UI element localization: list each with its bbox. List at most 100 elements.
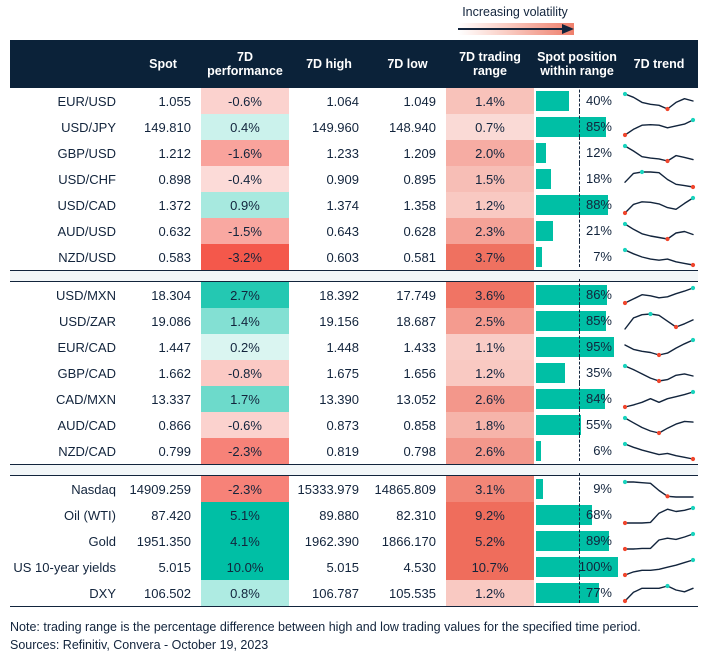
spot-position-bar	[536, 505, 592, 525]
table-row[interactable]: USD/ZAR 19.086 1.4% 19.156 18.687 2.5% 85%	[10, 305, 698, 334]
cell-performance: 0.2%	[201, 334, 289, 360]
cell-low: 4.530	[369, 554, 446, 580]
spot-position-bar	[536, 363, 565, 383]
cell-trend-sparkline	[620, 412, 698, 438]
cell-performance: 0.4%	[201, 114, 289, 140]
note-trading-range: Note: trading range is the percentage di…	[10, 620, 641, 634]
cell-spot-position: 55%	[534, 409, 620, 438]
cell-spot-position: 85%	[534, 111, 620, 140]
spot-position-value: 85%	[585, 119, 612, 134]
cell-trading-range: 1.2%	[446, 192, 534, 218]
cell-trend-sparkline	[620, 580, 698, 607]
cell-high: 1.233	[289, 140, 369, 166]
cell-high: 0.819	[289, 438, 369, 465]
table-row[interactable]: AUD/USD 0.632 -1.5% 0.643 0.628 2.3% 21%	[10, 215, 698, 244]
cell-spot-position: 6%	[534, 435, 620, 465]
table-header: Spot 7D performance 7D high 7D low 7D tr…	[10, 40, 698, 88]
cell-performance: -0.4%	[201, 166, 289, 192]
table-row[interactable]: USD/CHF 0.898 -0.4% 0.909 0.895 1.5% 18%	[10, 163, 698, 192]
table-row[interactable]: NZD/USD 0.583 -3.2% 0.603 0.581 3.7% 7%	[10, 241, 698, 271]
cell-spot: 0.583	[125, 244, 201, 271]
header-cell-trading-range: 7D trading range	[446, 40, 534, 88]
cell-trend-sparkline	[620, 554, 698, 580]
cell-high: 19.156	[289, 308, 369, 334]
spot-position-bar	[536, 143, 546, 163]
cell-low: 1866.170	[369, 528, 446, 554]
cell-spot-position: 88%	[534, 189, 620, 218]
table-row[interactable]: US 10-year yields 5.015 10.0% 5.015 4.530 10.…	[10, 551, 698, 580]
right-arrow-icon	[562, 23, 574, 34]
table-row[interactable]: Nasdaq 14909.259 -2.3% 15333.979 14865.809 3.…	[10, 473, 698, 502]
table-row[interactable]: GBP/USD 1.212 -1.6% 1.233 1.209 2.0% 12%	[10, 137, 698, 166]
cell-spot-position: 89%	[534, 525, 620, 554]
table-row[interactable]: GBP/CAD 1.662 -0.8% 1.675 1.656 1.2% 35%	[10, 357, 698, 386]
row-label: EUR/USD	[10, 88, 125, 114]
table-row[interactable]: DXY 106.502 0.8% 106.787 105.535 1.2% 77%	[10, 577, 698, 607]
range-midline	[578, 189, 580, 215]
spot-position-value: 86%	[585, 287, 612, 302]
cell-trend-sparkline	[620, 166, 698, 192]
cell-spot: 1.212	[125, 140, 201, 166]
row-label: GBP/CAD	[10, 360, 125, 386]
cell-spot: 1.055	[125, 88, 201, 114]
row-label: Nasdaq	[10, 475, 125, 502]
table-notes: Note: trading range is the percentage di…	[10, 618, 641, 654]
volatility-gradient-arrow	[448, 22, 582, 36]
cell-low: 1.433	[369, 334, 446, 360]
cell-spot: 106.502	[125, 580, 201, 607]
cell-trend-sparkline	[620, 528, 698, 554]
arrow-shaft	[458, 28, 566, 30]
cell-trend-sparkline	[620, 88, 698, 114]
cell-trading-range: 3.1%	[446, 475, 534, 502]
range-midline	[578, 241, 580, 267]
cell-trading-range: 2.6%	[446, 386, 534, 412]
table-row[interactable]: USD/CAD 1.372 0.9% 1.374 1.358 1.2% 88%	[10, 189, 698, 218]
table-row[interactable]: EUR/CAD 1.447 0.2% 1.448 1.433 1.1% 95%	[10, 331, 698, 360]
cell-high: 5.015	[289, 554, 369, 580]
cell-spot-position: 86%	[534, 279, 620, 308]
cell-high: 0.909	[289, 166, 369, 192]
cell-performance: 2.7%	[201, 281, 289, 308]
group-separator	[10, 464, 698, 476]
cell-performance: -0.6%	[201, 412, 289, 438]
cell-low: 0.895	[369, 166, 446, 192]
table-row[interactable]: Oil (WTI) 87.420 5.1% 89.880 82.310 9.2% 68%	[10, 499, 698, 528]
spot-position-value: 84%	[585, 391, 612, 406]
market-table: Spot 7D performance 7D high 7D low 7D tr…	[10, 40, 698, 607]
cell-performance: 1.4%	[201, 308, 289, 334]
spot-position-bar	[536, 247, 542, 267]
cell-spot: 1.662	[125, 360, 201, 386]
cell-trend-sparkline	[620, 192, 698, 218]
spot-position-value: 95%	[585, 339, 612, 354]
cell-low: 13.052	[369, 386, 446, 412]
cell-trend-sparkline	[620, 438, 698, 465]
table-row[interactable]: EUR/USD 1.055 -0.6% 1.064 1.049 1.4% 40%	[10, 85, 698, 114]
cell-trend-sparkline	[620, 502, 698, 528]
row-label: USD/CAD	[10, 192, 125, 218]
cell-performance: -0.8%	[201, 360, 289, 386]
cell-trend-sparkline	[620, 360, 698, 386]
table-row[interactable]: Gold 1951.350 4.1% 1962.390 1866.170 5.2% 89%	[10, 525, 698, 554]
cell-spot: 5.015	[125, 554, 201, 580]
cell-performance: -0.6%	[201, 88, 289, 114]
cell-trading-range: 10.7%	[446, 554, 534, 580]
table-row[interactable]: AUD/CAD 0.866 -0.6% 0.873 0.858 1.8% 55%	[10, 409, 698, 438]
range-midline	[578, 473, 580, 499]
spot-position-bar	[536, 221, 554, 241]
cell-spot: 1.372	[125, 192, 201, 218]
cell-high: 0.873	[289, 412, 369, 438]
table-row[interactable]: USD/MXN 18.304 2.7% 18.392 17.749 3.6% 86%	[10, 279, 698, 308]
spot-position-bar	[536, 91, 569, 111]
cell-trading-range: 1.5%	[446, 166, 534, 192]
cell-trend-sparkline	[620, 218, 698, 244]
cell-performance: 0.9%	[201, 192, 289, 218]
cell-high: 1962.390	[289, 528, 369, 554]
table-row[interactable]: USD/JPY 149.810 0.4% 149.960 148.940 0.7% 85%	[10, 111, 698, 140]
table-row[interactable]: NZD/CAD 0.799 -2.3% 0.819 0.798 2.6% 6%	[10, 435, 698, 465]
cell-performance: 0.8%	[201, 580, 289, 607]
cell-trend-sparkline	[620, 386, 698, 412]
spot-position-value: 12%	[585, 145, 612, 160]
header-cell-spot: Spot	[125, 40, 201, 88]
cell-performance: 4.1%	[201, 528, 289, 554]
table-row[interactable]: CAD/MXN 13.337 1.7% 13.390 13.052 2.6% 84%	[10, 383, 698, 412]
